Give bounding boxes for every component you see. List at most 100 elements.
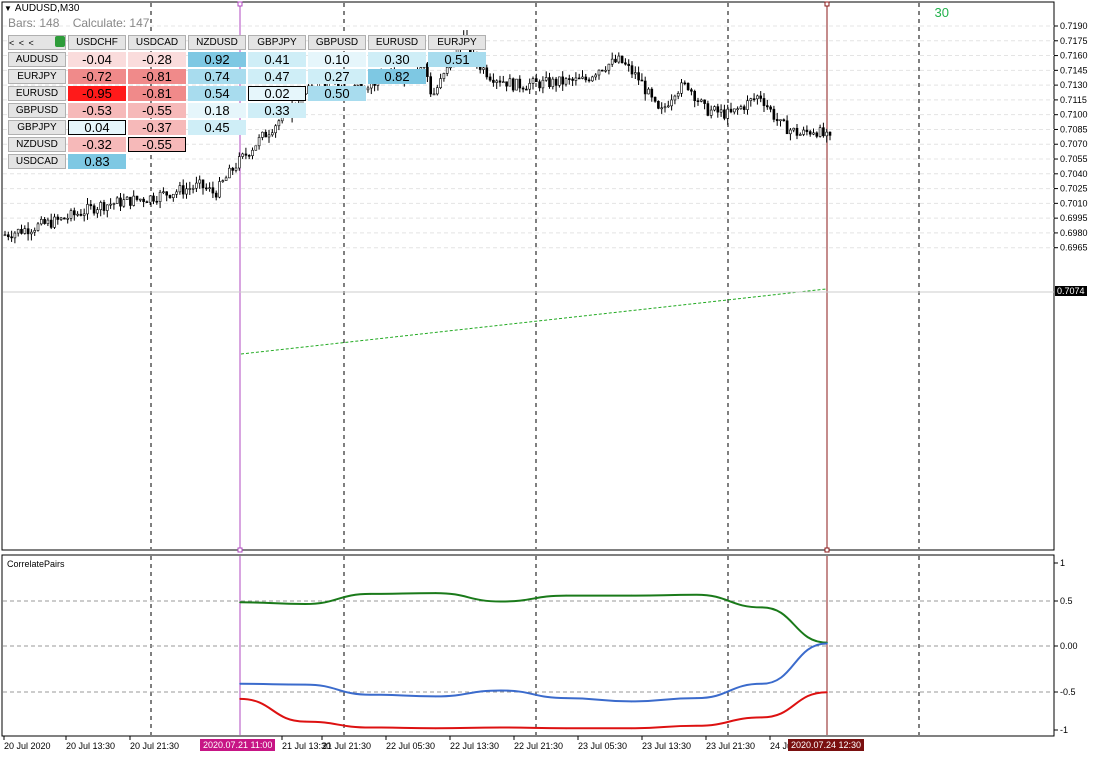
- candle-body: [653, 96, 657, 102]
- candle-body: [548, 77, 551, 87]
- matrix-cell[interactable]: -0.53: [68, 103, 126, 118]
- candle-body: [779, 119, 782, 122]
- correlation-point: [304, 720, 307, 723]
- matrix-cell[interactable]: 0.18: [188, 103, 246, 118]
- candle-body: [492, 79, 495, 83]
- matrix-cell[interactable]: 0.47: [248, 69, 306, 84]
- matrix-col-header-nzdusd[interactable]: NZDUSD: [188, 35, 246, 50]
- correlation-point: [695, 697, 698, 699]
- candle-body: [690, 89, 693, 92]
- matrix-col-header-usdchf[interactable]: USDCHF: [68, 35, 126, 50]
- lock-icon[interactable]: [55, 36, 65, 47]
- candle-body: [620, 55, 624, 64]
- matrix-cell[interactable]: -0.32: [68, 137, 126, 152]
- range-marker-handle[interactable]: [824, 547, 830, 553]
- range-marker-handle[interactable]: [237, 547, 243, 553]
- candle-body: [822, 127, 825, 137]
- candle-body: [218, 181, 221, 198]
- candle-body: [63, 217, 66, 220]
- matrix-nav-label: < < <: [9, 37, 35, 48]
- matrix-row-header-nzdusd[interactable]: NZDUSD: [8, 137, 66, 152]
- price-label: 0.6995: [1060, 213, 1088, 223]
- correlation-point: [239, 601, 241, 604]
- matrix-row-header-gbpjpy[interactable]: GBPJPY: [8, 120, 66, 135]
- candle-body: [39, 219, 43, 225]
- matrix-cell[interactable]: 0.33: [248, 103, 306, 118]
- range-marker-handle[interactable]: [237, 1, 243, 7]
- candle-body: [89, 204, 93, 207]
- matrix-cell[interactable]: 0.83: [68, 154, 126, 169]
- matrix-col-header-eurusd[interactable]: EURUSD: [368, 35, 426, 50]
- correlation-point: [500, 689, 502, 692]
- matrix-cell[interactable]: 0.41: [248, 52, 306, 67]
- matrix-cell[interactable]: -0.81: [128, 69, 186, 84]
- matrix-cell[interactable]: 0.04: [68, 120, 126, 135]
- indicator-title: CorrelatePairs: [7, 559, 65, 569]
- candle-body: [785, 120, 789, 135]
- matrix-cell[interactable]: -0.95: [68, 86, 126, 101]
- time-label: 23 Jul 13:30: [642, 741, 691, 751]
- matrix-nav-button[interactable]: < < <: [8, 35, 66, 50]
- candle-body: [762, 98, 766, 106]
- symbol-title: ▼ AUDUSD,M30: [4, 3, 79, 14]
- matrix-row-header-gbpusd[interactable]: GBPUSD: [8, 103, 66, 118]
- matrix-col-header-gbpusd[interactable]: GBPUSD: [308, 35, 366, 50]
- matrix-cell[interactable]: -0.72: [68, 69, 126, 84]
- matrix-cell[interactable]: 0.92: [188, 52, 246, 67]
- matrix-col-header-eurjpy[interactable]: EURJPY: [428, 35, 486, 50]
- price-label: 0.7100: [1060, 110, 1088, 120]
- candle-body: [86, 204, 89, 215]
- matrix-cell[interactable]: -0.04: [68, 52, 126, 67]
- price-label: 0.7130: [1060, 80, 1088, 90]
- candle-body: [554, 78, 558, 86]
- candle-body: [162, 191, 165, 194]
- matrix-cell[interactable]: 0.51: [428, 52, 486, 67]
- candle-body: [79, 213, 83, 216]
- matrix-row-header-usdcad[interactable]: USDCAD: [8, 154, 66, 169]
- candle-body: [683, 82, 687, 85]
- candle-body: [633, 72, 637, 75]
- matrix-cell[interactable]: 0.30: [368, 52, 426, 67]
- candle-body: [106, 204, 109, 211]
- matrix-cell[interactable]: -0.55: [128, 103, 186, 118]
- matrix-cell[interactable]: -0.37: [128, 120, 186, 135]
- matrix-cell[interactable]: 0.27: [308, 69, 366, 84]
- candle-body: [508, 78, 512, 87]
- matrix-cell[interactable]: -0.28: [128, 52, 186, 67]
- matrix-col-header-gbpjpy[interactable]: GBPJPY: [248, 35, 306, 50]
- time-highlight-end: 2020.07.24 12:30: [788, 739, 865, 751]
- price-label: 0.7055: [1060, 154, 1088, 164]
- symbol-title-text: AUDUSD,M30: [14, 3, 80, 14]
- candle-body: [756, 95, 759, 100]
- matrix-row-header-eurusd[interactable]: EURUSD: [8, 86, 66, 101]
- matrix-cell[interactable]: 0.74: [188, 69, 246, 84]
- correlation-point: [239, 683, 241, 685]
- correlation-point: [434, 592, 437, 594]
- dropdown-triangle-icon[interactable]: ▼: [4, 4, 12, 13]
- matrix-col-header-usdcad[interactable]: USDCAD: [128, 35, 186, 50]
- bars-count: Bars: 148: [8, 16, 60, 30]
- matrix-cell[interactable]: 0.02: [248, 86, 306, 101]
- candle-body: [610, 58, 614, 65]
- candle-body: [709, 109, 713, 116]
- matrix-cell[interactable]: 0.50: [308, 86, 366, 101]
- candle-body: [752, 98, 756, 101]
- matrix-cell[interactable]: -0.55: [128, 137, 186, 152]
- candle-body: [155, 200, 159, 203]
- matrix-cell[interactable]: 0.82: [368, 69, 426, 84]
- matrix-cell[interactable]: 0.10: [308, 52, 366, 67]
- matrix-row-header-audusd[interactable]: AUDUSD: [8, 52, 66, 67]
- candle-body: [775, 119, 779, 122]
- candle-body: [699, 99, 703, 102]
- matrix-cell[interactable]: 0.54: [188, 86, 246, 101]
- candle-body: [802, 129, 805, 135]
- matrix-cell[interactable]: 0.45: [188, 120, 246, 135]
- candle-body: [534, 78, 538, 83]
- candle-body: [16, 228, 20, 234]
- candle-body: [10, 236, 13, 239]
- range-marker-handle[interactable]: [824, 1, 830, 7]
- matrix-row-header-eurjpy[interactable]: EURJPY: [8, 69, 66, 84]
- candle-body: [102, 202, 106, 211]
- candle-body: [765, 105, 769, 108]
- matrix-cell[interactable]: -0.81: [128, 86, 186, 101]
